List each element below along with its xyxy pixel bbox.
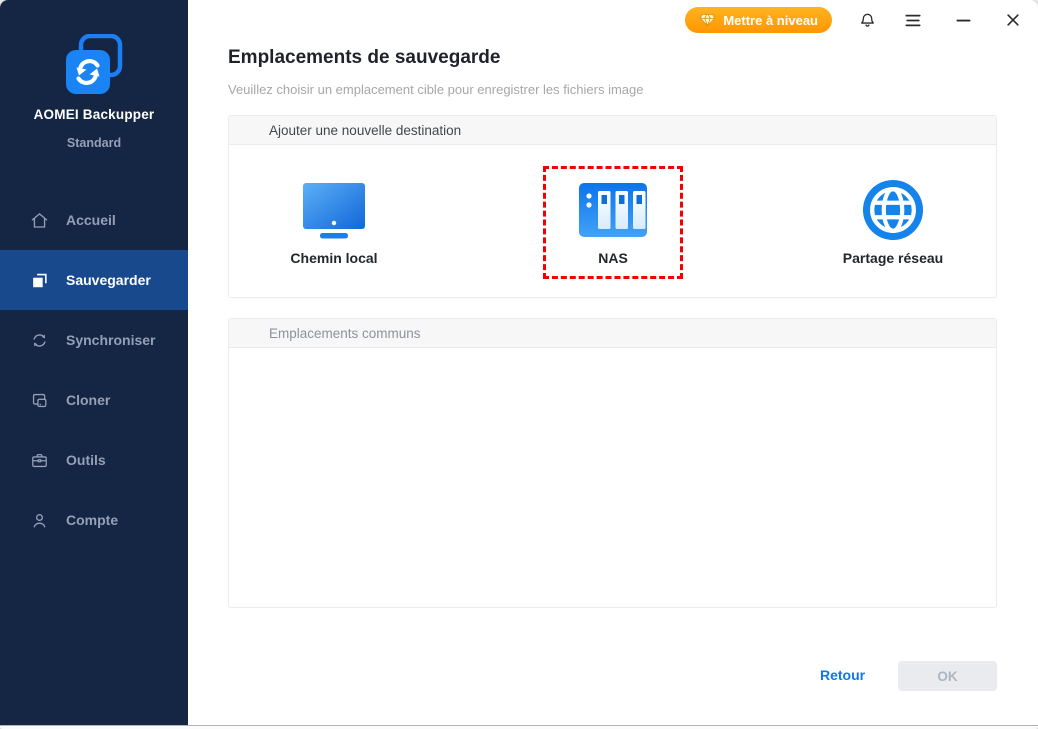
network-share-icon: [813, 178, 973, 242]
page-subtitle: Veuillez choisir un emplacement cible po…: [228, 82, 644, 97]
destination-label: Chemin local: [290, 250, 378, 266]
destination-label: NAS: [598, 250, 628, 266]
destination-option-network-share[interactable]: Partage réseau: [813, 178, 973, 266]
tools-icon: [30, 451, 49, 470]
account-icon: [30, 511, 49, 530]
sidebar-item-outils[interactable]: Outils: [0, 430, 188, 490]
sidebar-item-label: Outils: [66, 452, 106, 468]
sidebar: AOMEI Backupper Standard Accueil Sauvega…: [0, 0, 188, 725]
sync-icon: [30, 331, 49, 350]
diamond-icon: [699, 13, 716, 27]
notification-bell-icon[interactable]: [856, 9, 878, 31]
titlebar: Mettre à niveau: [188, 0, 1038, 40]
sidebar-nav: Accueil Sauvegarder Synchroniser Cloner …: [0, 190, 188, 550]
sidebar-item-synchroniser[interactable]: Synchroniser: [0, 310, 188, 370]
add-destination-panel: Ajouter une nouvelle destination Chemin …: [228, 115, 997, 298]
sidebar-item-label: Synchroniser: [66, 332, 156, 348]
close-button[interactable]: [1002, 9, 1024, 31]
home-icon: [30, 211, 49, 230]
window-bottom-border: [0, 725, 1038, 729]
sidebar-item-cloner[interactable]: Cloner: [0, 370, 188, 430]
sidebar-item-label: Accueil: [66, 212, 116, 228]
app-logo: AOMEI Backupper Standard: [0, 33, 188, 150]
common-locations-panel: Emplacements communs: [228, 318, 997, 608]
destination-label: Partage réseau: [842, 250, 944, 266]
app-name: AOMEI Backupper: [33, 107, 155, 122]
upgrade-button[interactable]: Mettre à niveau: [685, 7, 832, 33]
sidebar-item-label: Compte: [66, 512, 119, 528]
app-window: AOMEI Backupper Standard Accueil Sauvega…: [0, 0, 1038, 729]
back-link[interactable]: Retour: [820, 667, 865, 683]
destination-option-local-path[interactable]: Chemin local: [254, 178, 414, 266]
backup-icon: [30, 271, 49, 290]
common-locations-header: Emplacements communs: [229, 319, 996, 348]
aomei-logo-icon: [64, 33, 124, 96]
minimize-button[interactable]: [952, 9, 974, 31]
main-content: Emplacements de sauvegarde Veuillez choi…: [188, 0, 1038, 725]
sidebar-item-label: Cloner: [66, 392, 111, 408]
destination-option-nas[interactable]: NAS: [533, 178, 693, 266]
menu-icon[interactable]: [902, 9, 924, 31]
common-locations-body: [229, 348, 996, 608]
sidebar-item-compte[interactable]: Compte: [0, 490, 188, 550]
page-title: Emplacements de sauvegarde: [228, 47, 501, 68]
add-destination-header: Ajouter une nouvelle destination: [229, 116, 996, 145]
local-path-icon: [254, 178, 414, 242]
sidebar-item-sauvegarder[interactable]: Sauvegarder: [0, 250, 188, 310]
sidebar-item-label: Sauvegarder: [66, 272, 151, 288]
upgrade-label: Mettre à niveau: [723, 12, 818, 28]
clone-icon: [30, 391, 49, 410]
ok-button[interactable]: OK: [898, 661, 997, 691]
nas-icon: [533, 178, 693, 242]
app-edition: Standard: [66, 136, 122, 150]
sidebar-item-accueil[interactable]: Accueil: [0, 190, 188, 250]
